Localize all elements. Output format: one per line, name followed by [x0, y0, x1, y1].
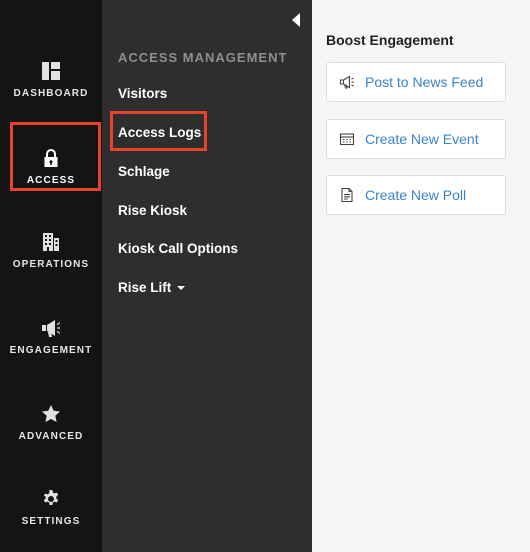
nav-item-dashboard[interactable]: DASHBOARD: [0, 50, 102, 110]
dashboard-icon: [41, 61, 61, 81]
nav-item-advanced[interactable]: ADVANCED: [0, 393, 102, 453]
caret-down-icon: [177, 286, 186, 291]
building-icon: [41, 232, 61, 252]
nav-item-label: SETTINGS: [21, 516, 81, 527]
calendar-icon: [339, 131, 355, 147]
submenu-item-rise-lift[interactable]: Rise Lift: [118, 280, 186, 295]
create-new-poll-button[interactable]: Create New Poll: [326, 175, 506, 215]
main-content: Boost Engagement Post to News Feed Creat…: [312, 0, 530, 552]
megaphone-icon: [41, 318, 61, 338]
post-to-news-feed-button[interactable]: Post to News Feed: [326, 62, 506, 102]
caret-left-icon[interactable]: [291, 13, 301, 27]
nav-item-settings[interactable]: SETTINGS: [0, 478, 102, 538]
document-icon: [339, 187, 355, 203]
nav-item-label: ADVANCED: [18, 431, 84, 442]
submenu-title: ACCESS MANAGEMENT: [118, 50, 288, 65]
nav-item-operations[interactable]: OPERATIONS: [0, 221, 102, 281]
submenu-item-visitors[interactable]: Visitors: [118, 86, 167, 101]
submenu-item-schlage[interactable]: Schlage: [118, 164, 170, 179]
submenu-item-kiosk-call-options[interactable]: Kiosk Call Options: [118, 241, 238, 256]
main-nav-rail: DASHBOARD ACCESS OPERATIONS ENGAGEMENT A…: [0, 0, 102, 552]
action-label: Create New Event: [365, 131, 479, 147]
nav-item-label: ENGAGEMENT: [9, 345, 93, 356]
access-logs-highlight-box: [110, 111, 207, 151]
megaphone-icon: [339, 74, 355, 90]
action-label: Post to News Feed: [365, 74, 484, 90]
nav-item-label: DASHBOARD: [13, 88, 89, 99]
create-new-event-button[interactable]: Create New Event: [326, 119, 506, 159]
access-highlight-box: [10, 122, 101, 191]
nav-item-engagement[interactable]: ENGAGEMENT: [0, 307, 102, 367]
action-label: Create New Poll: [365, 187, 467, 203]
nav-item-label: OPERATIONS: [12, 259, 90, 270]
section-heading: Boost Engagement: [326, 32, 454, 48]
submenu-item-label: Rise Lift: [118, 280, 172, 295]
gear-icon: [41, 489, 61, 509]
star-icon: [41, 404, 61, 424]
access-submenu: ACCESS MANAGEMENT Visitors Access Logs S…: [102, 0, 312, 552]
submenu-item-rise-kiosk[interactable]: Rise Kiosk: [118, 203, 187, 218]
